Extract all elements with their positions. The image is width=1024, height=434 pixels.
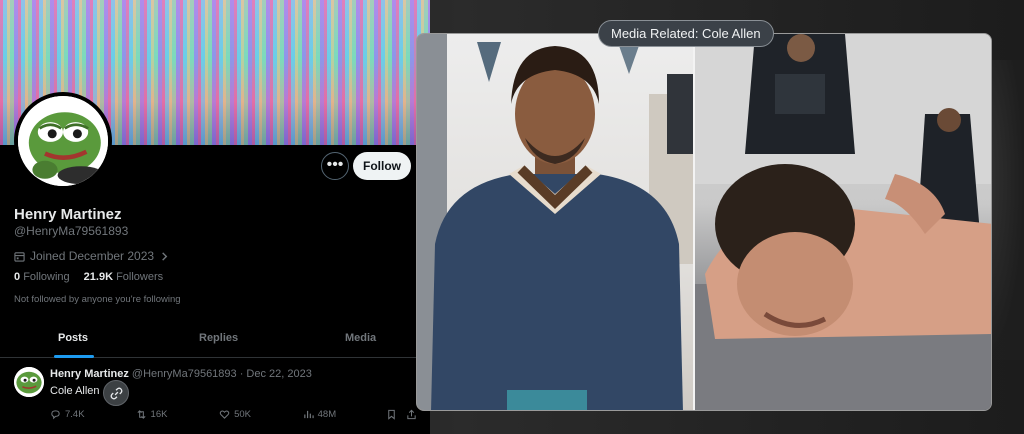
bar-chart-icon bbox=[303, 410, 314, 419]
like-count: 50K bbox=[234, 409, 251, 420]
follow-stats: 0 Following 21.9K Followers bbox=[14, 271, 163, 283]
tab-replies[interactable]: Replies bbox=[199, 332, 238, 344]
calendar-icon bbox=[14, 251, 25, 262]
joined-label: Joined December 2023 bbox=[30, 249, 155, 263]
active-tab-indicator bbox=[54, 355, 94, 358]
tab-media[interactable]: Media bbox=[345, 332, 376, 344]
profile-name: Henry Martinez bbox=[14, 206, 122, 223]
bookmark-button[interactable] bbox=[386, 409, 406, 420]
copy-link-button[interactable] bbox=[103, 380, 129, 406]
arrest-illustration bbox=[695, 34, 991, 410]
chevron-right-icon[interactable] bbox=[159, 251, 170, 262]
joined-date: Joined December 2023 bbox=[14, 249, 170, 263]
tweet-text: Cole Allen bbox=[50, 385, 100, 397]
following-count: 0 bbox=[14, 271, 21, 283]
portrait-photo[interactable] bbox=[417, 34, 693, 410]
not-followed-note: Not followed by anyone you're following bbox=[14, 294, 181, 305]
heart-icon bbox=[219, 410, 230, 419]
tweet-actions: 7.4K 16K 50K 48M bbox=[50, 409, 420, 420]
pepe-frog-avatar-icon bbox=[14, 367, 44, 397]
following-stat[interactable]: 0 Following bbox=[14, 271, 70, 283]
media-related-label: Media Related: Cole Allen bbox=[598, 20, 774, 47]
tab-posts[interactable]: Posts bbox=[58, 332, 88, 344]
profile-handle: @HenryMa79561893 bbox=[14, 224, 129, 238]
repost-count: 16K bbox=[150, 409, 168, 420]
views-count: 48M bbox=[317, 409, 337, 420]
reply-button[interactable]: 7.4K bbox=[50, 409, 136, 420]
arrest-photo[interactable] bbox=[695, 34, 991, 410]
share-button[interactable] bbox=[406, 409, 420, 420]
like-button[interactable]: 50K bbox=[219, 409, 303, 420]
portrait-illustration bbox=[417, 34, 693, 410]
tweet-handle-date: @HenryMa79561893 · Dec 22, 2023 bbox=[131, 368, 312, 380]
following-label: Following bbox=[23, 271, 70, 283]
media-photo-panel[interactable] bbox=[416, 33, 992, 411]
link-icon bbox=[110, 387, 122, 399]
repost-icon bbox=[137, 410, 146, 419]
views-button[interactable]: 48M bbox=[303, 409, 387, 420]
tweet-header: Henry Martinez @HenryMa79561893 · Dec 22… bbox=[50, 368, 312, 380]
followers-count: 21.9K bbox=[83, 271, 114, 283]
share-icon bbox=[407, 409, 416, 420]
pepe-frog-avatar-icon bbox=[18, 96, 108, 186]
followers-stat[interactable]: 21.9K Followers bbox=[84, 271, 164, 283]
bookmark-icon bbox=[388, 409, 395, 420]
tweet-avatar[interactable] bbox=[14, 367, 44, 397]
tweet-item[interactable]: Henry Martinez @HenryMa79561893 · Dec 22… bbox=[0, 359, 430, 434]
followers-label: Followers bbox=[116, 271, 164, 283]
reply-count: 7.4K bbox=[65, 409, 85, 420]
repost-button[interactable]: 16K bbox=[136, 409, 220, 420]
profile-card: ••• Follow Henry Martinez @HenryMa795618… bbox=[0, 0, 430, 434]
reply-icon bbox=[51, 410, 60, 420]
tweet-author-name[interactable]: Henry Martinez bbox=[50, 368, 129, 380]
more-options-button[interactable]: ••• bbox=[321, 152, 349, 180]
profile-avatar[interactable] bbox=[14, 92, 112, 190]
profile-tabs: Posts Replies Media bbox=[0, 322, 430, 358]
follow-button[interactable]: Follow bbox=[353, 152, 411, 180]
